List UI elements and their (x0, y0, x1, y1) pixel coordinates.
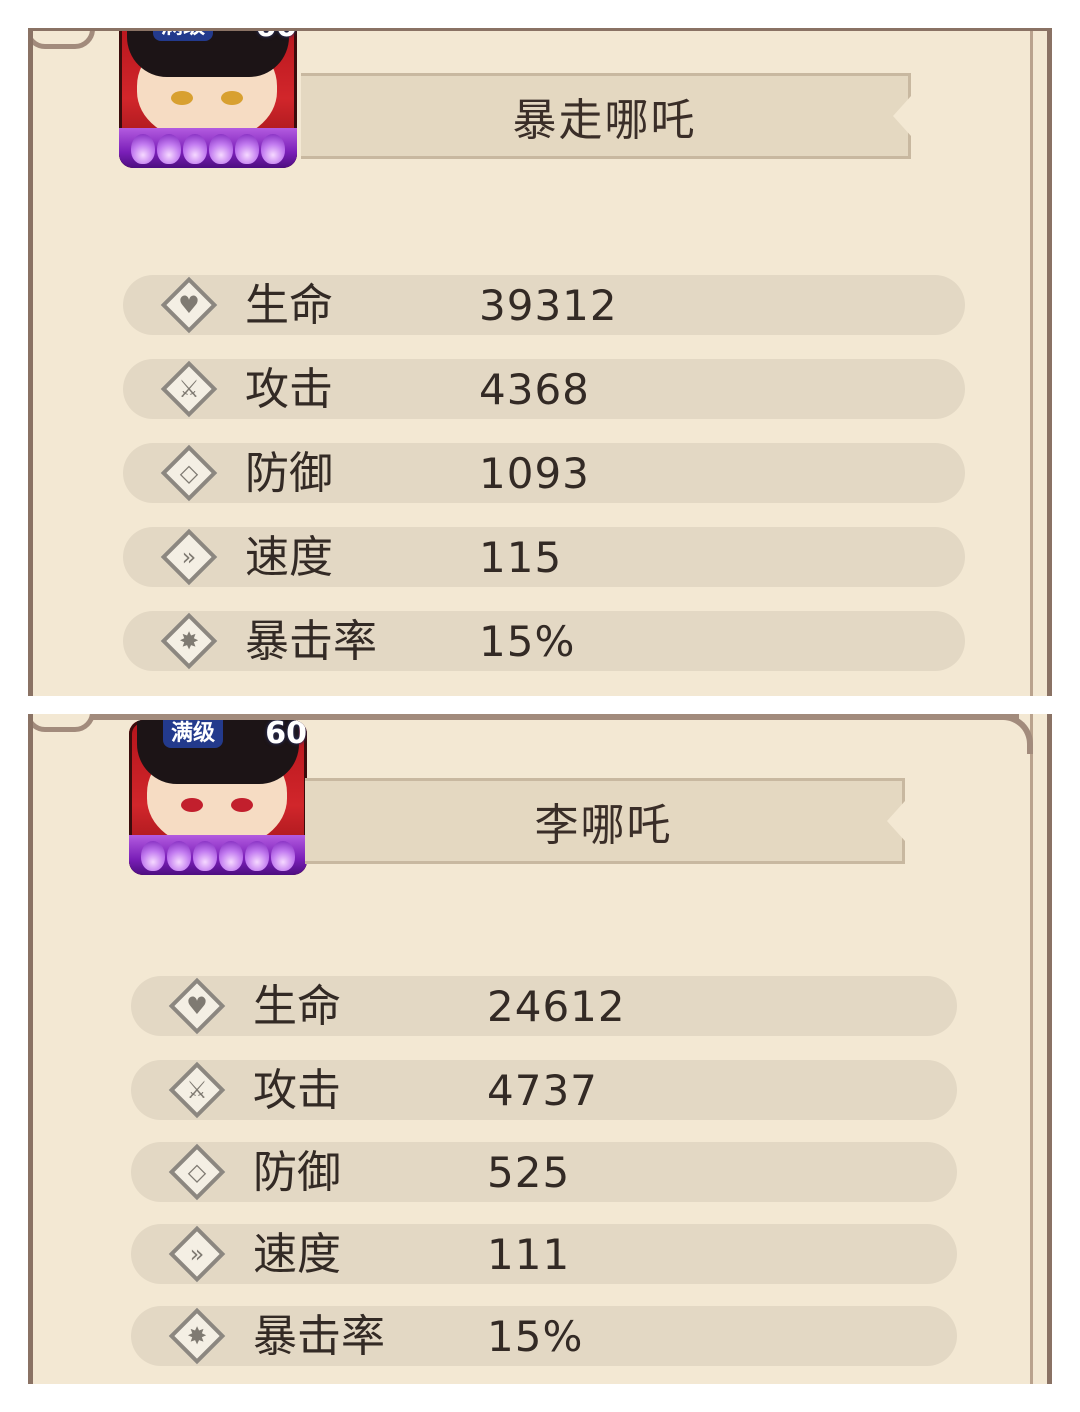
stat-label: 攻击 (253, 1065, 341, 1116)
hero-name: 李哪吒 (534, 800, 673, 851)
stat-label: 暴击率 (253, 1311, 385, 1362)
flame-icon (141, 841, 165, 871)
stat-row-attack: ⚔ 攻击 4368 (123, 359, 965, 419)
stat-value: 115 (479, 533, 563, 582)
stat-label: 防御 (253, 1147, 341, 1198)
hero-eye (221, 91, 243, 105)
stat-row-speed: » 速度 111 (131, 1224, 957, 1284)
stat-value: 1093 (479, 449, 590, 498)
panel-frame-edge (1030, 714, 1033, 1384)
panel-top-corner (993, 714, 1033, 754)
flame-icon (157, 134, 181, 164)
stat-value: 15% (487, 1312, 584, 1361)
shield-icon: ◇ (160, 444, 218, 502)
hero-avatar[interactable]: 满级 60 (119, 31, 297, 168)
hero-name: 暴走哪吒 (512, 95, 697, 146)
crit-burst-icon: ✸ (160, 612, 218, 670)
stat-row-attack: ⚔ 攻击 4737 (131, 1060, 957, 1120)
corner-ornament (33, 714, 95, 732)
stat-row-crit: ✸ 暴击率 15% (131, 1306, 957, 1366)
corner-ornament (33, 31, 95, 49)
stat-label: 防御 (245, 448, 333, 499)
star-flames (119, 128, 297, 168)
hero-avatar[interactable]: 满级 60 (129, 720, 307, 875)
flame-icon (261, 134, 285, 164)
star-flames (129, 835, 307, 875)
stat-label: 生命 (245, 280, 333, 331)
stat-label: 生命 (253, 981, 341, 1032)
level-number: 60 (255, 31, 297, 44)
stat-label: 暴击率 (245, 616, 377, 667)
flame-icon (167, 841, 191, 871)
flame-icon (245, 841, 269, 871)
hero-card-li-nezha: 满级 60 李哪吒 ♥ 生命 24612 ⚔ 攻击 4737 ◇ 防御 525 … (28, 714, 1052, 1384)
heart-icon: ♥ (168, 977, 226, 1035)
stat-row-defense: ◇ 防御 1093 (123, 443, 965, 503)
stat-value: 525 (487, 1148, 571, 1197)
flame-icon (235, 134, 259, 164)
flame-icon (193, 841, 217, 871)
flame-icon (271, 841, 295, 871)
hero-card-baozou-nezha: 满级 60 暴走哪吒 ♥ 生命 39312 ⚔ 攻击 4368 ◇ 防御 109… (28, 28, 1052, 696)
stat-label: 攻击 (245, 364, 333, 415)
banner-notch (893, 96, 911, 136)
speed-chevron-icon: » (168, 1225, 226, 1283)
stat-label: 速度 (245, 532, 333, 583)
stat-row-crit: ✸ 暴击率 15% (123, 611, 965, 671)
flame-icon (219, 841, 243, 871)
stat-value: 15% (479, 617, 576, 666)
panel-frame-edge (1030, 31, 1033, 696)
crit-burst-icon: ✸ (168, 1307, 226, 1365)
sword-icon: ⚔ (160, 360, 218, 418)
hero-name-banner: 李哪吒 (305, 778, 905, 864)
shield-icon: ◇ (168, 1143, 226, 1201)
stat-row-hp: ♥ 生命 24612 (131, 976, 957, 1036)
speed-chevron-icon: » (160, 528, 218, 586)
stat-row-hp: ♥ 生命 39312 (123, 275, 965, 335)
hero-eye (171, 91, 193, 105)
stat-value: 39312 (479, 281, 618, 330)
banner-notch (887, 801, 905, 841)
heart-icon: ♥ (160, 276, 218, 334)
stat-value: 4368 (479, 365, 590, 414)
stat-label: 速度 (253, 1229, 341, 1280)
flame-icon (131, 134, 155, 164)
hero-name-banner: 暴走哪吒 (301, 73, 911, 159)
stat-row-defense: ◇ 防御 525 (131, 1142, 957, 1202)
sword-icon: ⚔ (168, 1061, 226, 1119)
stat-value: 24612 (487, 982, 626, 1031)
max-level-badge: 满级 (153, 31, 214, 41)
max-level-badge: 满级 (163, 720, 224, 748)
level-number: 60 (265, 720, 307, 751)
stat-value: 4737 (487, 1066, 598, 1115)
stat-value: 111 (487, 1230, 571, 1279)
hero-eye (181, 798, 203, 812)
flame-icon (183, 134, 207, 164)
stat-row-speed: » 速度 115 (123, 527, 965, 587)
flame-icon (209, 134, 233, 164)
hero-eye (231, 798, 253, 812)
